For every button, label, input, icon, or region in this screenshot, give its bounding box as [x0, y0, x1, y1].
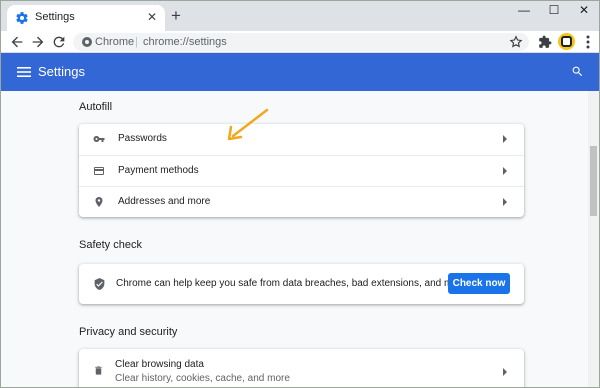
hamburger-menu-icon[interactable]	[17, 65, 31, 79]
browser-toolbar: Chrome | chrome://settings	[1, 31, 599, 53]
back-arrow-icon[interactable]	[9, 34, 25, 50]
credit-card-icon	[94, 167, 104, 175]
search-icon[interactable]	[571, 65, 584, 78]
safety-check-section-title: Safety check	[79, 239, 142, 251]
autofill-item-payment-methods[interactable]: Payment methods	[79, 155, 524, 186]
extensions-puzzle-icon[interactable]	[538, 35, 552, 49]
page-scrollbar[interactable]	[588, 91, 599, 387]
maximize-button[interactable]: ☐	[539, 3, 569, 17]
autofill-card: Passwords Payment methods Addresses and …	[79, 124, 524, 217]
settings-header: Settings	[1, 53, 599, 91]
settings-content: Autofill Passwords Payment methods Addre…	[1, 91, 588, 387]
location-pin-icon	[95, 197, 103, 207]
new-tab-button[interactable]: +	[171, 7, 181, 24]
tab-strip: Settings ✕ + — ☐ ✕	[1, 1, 599, 31]
payment-methods-label: Payment methods	[118, 165, 199, 176]
address-url[interactable]: chrome://settings	[143, 36, 227, 48]
profile-avatar[interactable]	[558, 33, 575, 50]
forward-arrow-icon[interactable]	[30, 34, 46, 50]
gear-icon	[16, 12, 28, 24]
clear-browsing-data-sublabel: Clear history, cookies, cache, and more	[115, 373, 290, 384]
shield-icon	[94, 278, 105, 290]
address-bar[interactable]: Chrome | chrome://settings	[73, 33, 529, 51]
clear-browsing-data-item[interactable]: Clear browsing data Clear history, cooki…	[79, 349, 524, 387]
trash-icon	[95, 366, 102, 375]
key-icon	[93, 136, 105, 142]
bookmark-star-icon[interactable]	[509, 35, 523, 49]
privacy-section-title: Privacy and security	[79, 326, 178, 338]
chevron-right-icon	[503, 198, 507, 206]
safety-check-description: Chrome can help keep you safe from data …	[116, 278, 467, 289]
minimize-button[interactable]: —	[509, 3, 539, 17]
tab-close-icon[interactable]: ✕	[147, 10, 157, 24]
chrome-logo-icon	[82, 37, 92, 47]
safety-check-card: Chrome can help keep you safe from data …	[79, 264, 524, 304]
scrollbar-thumb[interactable]	[590, 146, 597, 216]
close-window-button[interactable]: ✕	[569, 3, 599, 17]
chevron-right-icon	[503, 167, 507, 175]
tab-settings[interactable]: Settings ✕	[7, 5, 165, 31]
autofill-item-passwords[interactable]: Passwords	[79, 124, 524, 155]
address-scheme-label: Chrome	[95, 36, 135, 48]
more-menu-icon[interactable]	[582, 34, 594, 50]
chevron-right-icon	[503, 368, 507, 376]
passwords-label: Passwords	[118, 133, 167, 144]
check-now-button[interactable]: Check now	[448, 273, 510, 294]
browser-window: Settings ✕ + — ☐ ✕ Chrome | chrome://set…	[0, 0, 600, 388]
addresses-label: Addresses and more	[118, 196, 211, 207]
reload-icon[interactable]	[51, 34, 67, 50]
annotation-arrow-icon	[227, 108, 269, 141]
chevron-right-icon	[503, 135, 507, 143]
tab-title: Settings	[35, 11, 75, 23]
clear-browsing-data-label: Clear browsing data	[115, 359, 204, 370]
autofill-section-title: Autofill	[79, 101, 113, 113]
autofill-item-addresses[interactable]: Addresses and more	[79, 186, 524, 217]
address-separator: |	[135, 36, 138, 48]
page-title: Settings	[38, 64, 85, 79]
profile-icon	[561, 36, 572, 47]
